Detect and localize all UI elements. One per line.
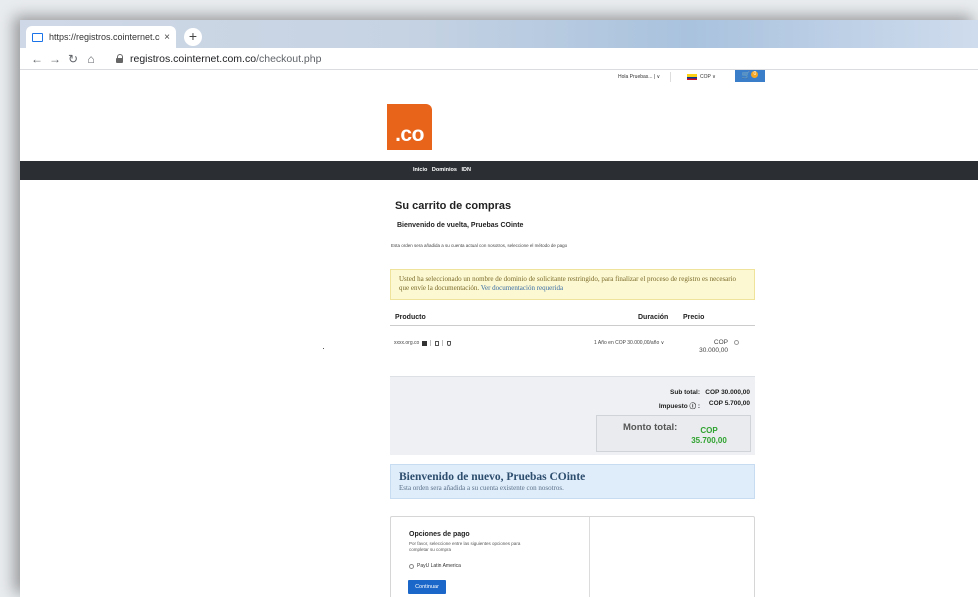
tab-title: https://registros.cointernet.com.co — [49, 32, 160, 42]
user-menu[interactable]: Hola Pruebas... | ∨ — [618, 74, 660, 80]
page-title: Su carrito de compras — [395, 200, 512, 212]
shield-icon[interactable] — [447, 340, 452, 346]
topbar-divider — [670, 72, 671, 82]
panel-divider — [589, 517, 590, 597]
column-product: Producto — [395, 314, 426, 321]
cart-table-header: Producto Duración Precio — [390, 311, 755, 326]
total-box: Monto total: COP 35.700,00 — [596, 415, 751, 452]
colombia-flag-icon — [687, 74, 697, 80]
order-note: Esta orden sera añadida a su cuenta actu… — [391, 243, 568, 248]
icon-divider — [442, 340, 444, 346]
tax-label: Impuesto ⓘ : — [658, 403, 700, 410]
payment-option-payu[interactable]: PayU Latin America — [409, 563, 461, 569]
tax-value: COP 5.700,00 — [708, 400, 750, 407]
tab-strip: https://registros.cointernet.com.co × + — [20, 20, 978, 48]
cart-count-badge: 0 — [751, 71, 759, 78]
nav-item-inicio[interactable]: Inicio — [413, 167, 427, 173]
back-arrow-icon[interactable]: ← — [28, 52, 46, 66]
nav-item-dominios[interactable]: Dominios — [432, 167, 457, 173]
total-label: Monto total: — [623, 422, 678, 433]
order-summary: Sub total: COP 30.000,00 Impuesto ⓘ : CO… — [390, 376, 755, 455]
brand-logo[interactable]: .co — [387, 104, 432, 150]
page-viewport: Hola Pruebas... | ∨ COP ∨ 🛒 0 .co Inicio … — [20, 70, 978, 597]
item-price: COP 30.000,00 — [699, 339, 728, 354]
restricted-domain-alert: Usted ha seleccionado un nombre de domin… — [390, 269, 755, 300]
continue-button[interactable]: Continuar — [408, 580, 446, 594]
welcome-banner: Bienvenido de nuevo, Pruebas COinte Esta… — [390, 464, 755, 499]
payu-radio[interactable] — [409, 563, 414, 569]
alert-text: Usted ha seleccionado un nombre de domin… — [399, 275, 737, 292]
cart-button[interactable]: 🛒 0 — [735, 70, 765, 82]
table-row: xxxx.org.co 1 Año en COP 30.000,00/año ∨… — [390, 328, 755, 368]
cart-icon: 🛒 — [741, 72, 751, 79]
duration-select[interactable]: 1 Año en COP 30.000,00/año ∨ — [594, 340, 664, 346]
user-icon[interactable] — [422, 340, 428, 346]
address-bar: ← → ↻ ⌂ registros.cointernet.com.co/chec… — [20, 48, 978, 70]
total-value: COP 35.700,00 — [691, 426, 727, 445]
remove-item-icon[interactable] — [734, 340, 739, 345]
welcome-heading: Bienvenido de vuelta, Pruebas COinte — [397, 222, 524, 229]
column-duration: Duración — [638, 314, 669, 321]
browser-window: https://registros.cointernet.com.co × + … — [20, 20, 978, 597]
page-favicon-icon — [32, 32, 43, 42]
home-icon[interactable]: ⌂ — [82, 52, 100, 66]
dns-icon[interactable] — [435, 340, 440, 346]
banner-title: Bienvenido de nuevo, Pruebas COinte — [399, 471, 586, 483]
lock-icon[interactable] — [116, 54, 124, 63]
subtotal-value: COP 30.000,00 — [705, 389, 750, 396]
currency-selector[interactable]: COP ∨ — [700, 74, 716, 80]
url-path: /checkout.php — [256, 52, 322, 65]
banner-subtitle: Esta orden sera añadida a su cuenta exis… — [399, 484, 564, 492]
payment-options-panel: Opciones de pago Por favor, seleccione e… — [390, 516, 755, 597]
tab-close-icon[interactable]: × — [164, 32, 170, 43]
subtotal-label: Sub total: — [670, 389, 700, 396]
browser-tab[interactable]: https://registros.cointernet.com.co × — [26, 26, 176, 48]
payu-label: PayU Latin America — [417, 563, 461, 569]
icon-divider — [430, 340, 432, 346]
stray-dot — [323, 348, 324, 349]
payment-description: Por favor, seleccione entre las siguient… — [409, 541, 521, 552]
url-host: registros.cointernet.com.co — [130, 52, 257, 65]
account-topbar: Hola Pruebas... | ∨ COP ∨ 🛒 0 — [20, 70, 978, 84]
payment-title: Opciones de pago — [409, 531, 470, 538]
reload-icon[interactable]: ↻ — [64, 52, 82, 66]
url-field[interactable]: registros.cointernet.com.co/checkout.php — [130, 53, 321, 65]
new-tab-button[interactable]: + — [184, 28, 202, 46]
documentation-link[interactable]: Ver documentación requerida — [481, 284, 563, 292]
domain-name: xxxx.org.co — [394, 340, 420, 346]
forward-arrow-icon[interactable]: → — [46, 52, 64, 66]
nav-item-idn[interactable]: IDN — [462, 167, 471, 173]
main-navbar: Inicio Dominios IDN — [20, 161, 978, 180]
column-price: Precio — [683, 314, 705, 321]
